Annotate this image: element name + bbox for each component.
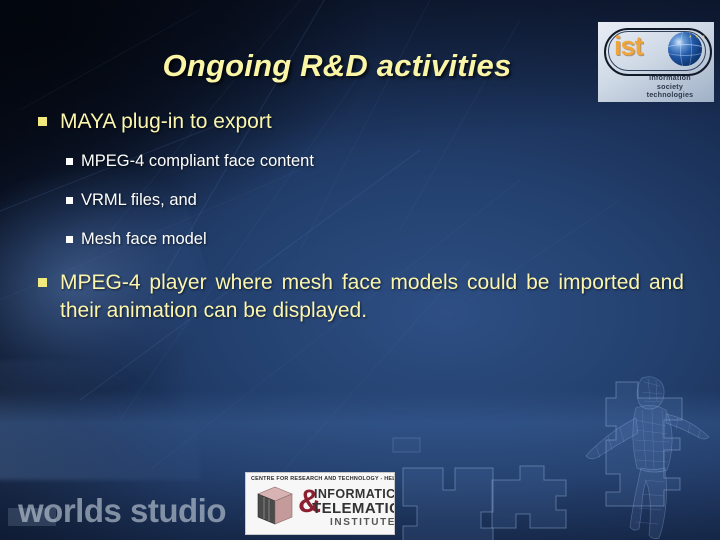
worlds-studio-watermark: worlds studio	[18, 492, 227, 529]
iti-logo: CENTRE FOR RESEARCH AND TECHNOLOGY - HEL…	[245, 472, 395, 535]
square-bullet-icon	[38, 117, 47, 126]
iti-logo-line-2: TELEMATICS	[312, 500, 394, 517]
bullet-level2-text: MPEG-4 compliant face content	[81, 151, 314, 170]
iti-logo-header: CENTRE FOR RESEARCH AND TECHNOLOGY - HEL…	[251, 476, 395, 482]
square-bullet-icon	[66, 157, 73, 165]
ist-logo-stars: * * *	[688, 35, 706, 42]
bullet-level1-text: MPEG-4 player where mesh face models cou…	[60, 270, 684, 323]
square-bullet-icon	[66, 196, 73, 204]
bullet-level2-group: MPEG-4 compliant face content VRML files…	[66, 151, 684, 251]
cube-icon	[257, 486, 293, 525]
bullet-level2-item: MPEG-4 compliant face content	[66, 151, 684, 172]
bullet-level1-text: MAYA plug-in to export	[60, 110, 272, 133]
slide-canvas: Ongoing R&D activities ist * * * informa…	[0, 0, 720, 540]
bullet-level1-item: MAYA plug-in to export	[34, 108, 684, 137]
ist-logo-wordmark: ist	[614, 31, 643, 61]
ist-tagline-line-3: technologies	[646, 90, 694, 100]
square-bullet-icon	[38, 277, 47, 287]
square-bullet-icon	[66, 236, 73, 244]
slide-body: MAYA plug-in to export MPEG-4 compliant …	[34, 108, 684, 338]
bullet-level2-text: Mesh face model	[81, 230, 207, 249]
ist-logo-tagline: information society technologies	[632, 73, 708, 100]
iti-logo-line-3: INSTITUTE	[330, 517, 395, 528]
bullet-level2-text: VRML files, and	[81, 190, 197, 209]
iti-logo-line-1: INFORMATICS	[314, 487, 395, 501]
bullet-level2-item: VRML files, and	[66, 190, 684, 211]
wireframe-figure-decoration	[584, 370, 714, 540]
bullet-level2-item: Mesh face model	[66, 229, 684, 250]
ist-logo: ist * * * information society technologi…	[598, 22, 714, 102]
bullet-level1-item: MPEG-4 player where mesh face models cou…	[34, 269, 684, 326]
